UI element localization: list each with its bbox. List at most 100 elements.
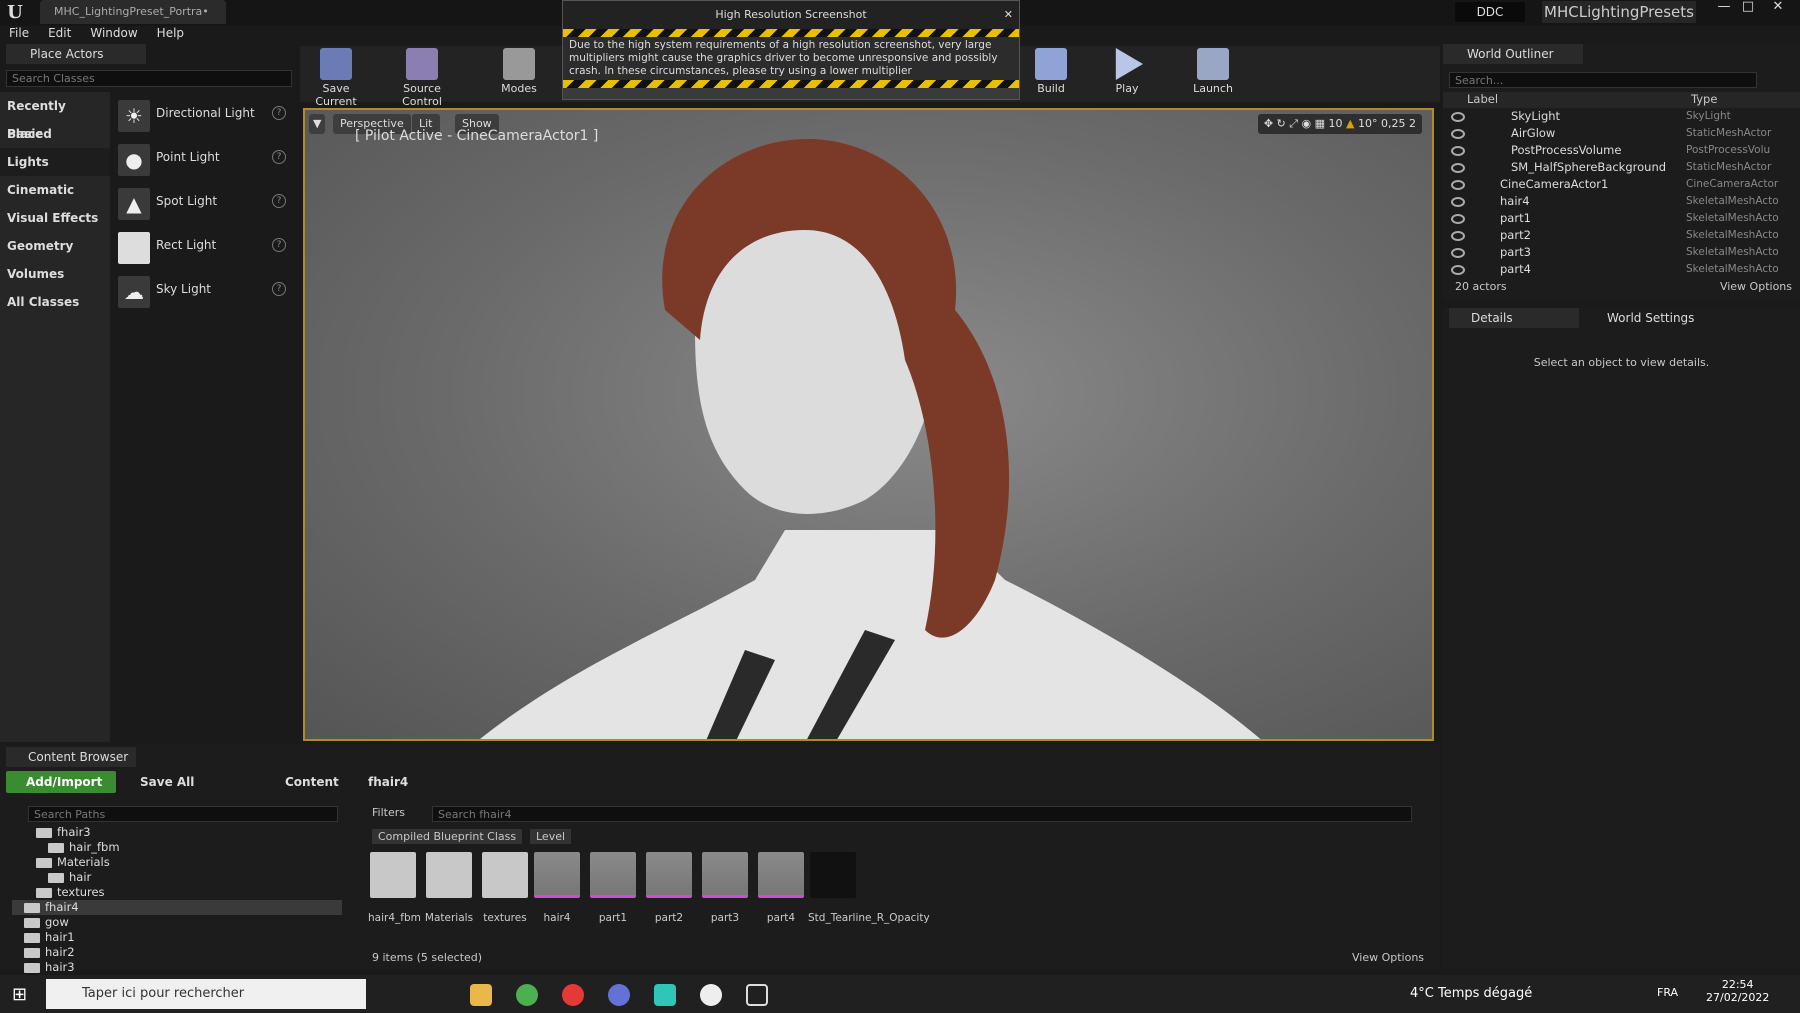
visibility-icon[interactable] bbox=[1451, 112, 1465, 122]
outliner-row[interactable]: part4 SkeletalMeshActo bbox=[1443, 261, 1800, 278]
scale-snap[interactable]: 0,25 bbox=[1381, 117, 1406, 130]
help-icon[interactable]: ? bbox=[272, 282, 286, 296]
category-recently-placed[interactable]: Recently Placed bbox=[0, 92, 110, 141]
asset-tile[interactable]: part1 bbox=[588, 852, 638, 924]
save-all-button[interactable]: Save All bbox=[140, 771, 194, 793]
outliner-row[interactable]: SM_HalfSphereBackground StaticMeshActor bbox=[1443, 159, 1800, 176]
visibility-icon[interactable] bbox=[1451, 129, 1465, 139]
unreal-icon[interactable] bbox=[700, 984, 722, 1006]
category-geometry[interactable]: Geometry bbox=[0, 232, 110, 260]
launch-button[interactable]: Launch bbox=[1188, 48, 1238, 100]
asset-tile[interactable]: Std_Tearline_R_Opacity bbox=[808, 852, 930, 924]
viewport-menu-button[interactable]: ▼ bbox=[309, 114, 326, 134]
chrome-icon[interactable] bbox=[516, 984, 538, 1006]
source-control-button[interactable]: Source Control bbox=[382, 48, 462, 108]
viewport-settings-bar[interactable]: ✥ ↻ ⤢ ◉ ▦ 10 ▲ 10° 0,25 2 bbox=[1257, 114, 1422, 134]
outliner-row[interactable]: PostProcessVolume PostProcessVolu bbox=[1443, 142, 1800, 159]
tab-place-actors[interactable]: Place Actors bbox=[6, 44, 146, 64]
modes-button[interactable]: Modes bbox=[494, 48, 544, 100]
tree-folder[interactable]: fhair4 bbox=[12, 900, 342, 915]
opera-icon[interactable] bbox=[562, 984, 584, 1006]
menu-window[interactable]: Window bbox=[90, 26, 137, 40]
help-icon[interactable]: ? bbox=[272, 194, 286, 208]
add-import-button[interactable]: Add/Import bbox=[6, 771, 116, 793]
weather-text[interactable]: 4°C Temps dégagé bbox=[1410, 986, 1532, 1001]
category-basic[interactable]: Basic bbox=[0, 120, 110, 148]
outliner-row[interactable]: SkyLight SkyLight bbox=[1443, 108, 1800, 125]
tab-world-outliner[interactable]: World Outliner bbox=[1443, 44, 1583, 64]
build-button[interactable]: Build bbox=[1028, 48, 1074, 100]
language-indicator[interactable]: FRA bbox=[1657, 986, 1678, 999]
visibility-icon[interactable] bbox=[1451, 163, 1465, 173]
tree-folder[interactable]: textures bbox=[12, 885, 342, 900]
outliner-row[interactable]: AirGlow StaticMeshActor bbox=[1443, 125, 1800, 142]
search-assets-input[interactable]: Search fhair4 bbox=[432, 806, 1412, 822]
asset-tile[interactable]: Materials bbox=[424, 852, 474, 924]
ddc-button[interactable]: DDC bbox=[1455, 2, 1525, 22]
minimize-icon[interactable]: — bbox=[1714, 0, 1734, 16]
visibility-icon[interactable] bbox=[1451, 231, 1465, 241]
windows-start-icon[interactable]: ⊞ bbox=[12, 984, 27, 1005]
tab-details[interactable]: Details bbox=[1449, 308, 1579, 328]
list-item[interactable]: ☀ Directional Light? bbox=[110, 92, 296, 136]
outliner-row[interactable]: part3 SkeletalMeshActo bbox=[1443, 244, 1800, 261]
file-explorer-icon[interactable] bbox=[470, 984, 492, 1006]
col-label[interactable]: Label bbox=[1467, 92, 1498, 106]
tree-folder[interactable]: hair_fbm bbox=[12, 840, 342, 855]
list-item[interactable]: Rect Light? bbox=[110, 224, 296, 268]
view-options-button[interactable]: View Options bbox=[1352, 951, 1424, 964]
filter-chip[interactable]: Compiled Blueprint Class bbox=[372, 829, 523, 844]
asset-tile[interactable]: part3 bbox=[700, 852, 750, 924]
visibility-icon[interactable] bbox=[1451, 265, 1465, 275]
visibility-icon[interactable] bbox=[1451, 248, 1465, 258]
list-item[interactable]: ☁ Sky Light? bbox=[110, 268, 296, 312]
asset-tile[interactable]: part2 bbox=[644, 852, 694, 924]
close-icon[interactable]: ✕ bbox=[1004, 1, 1013, 29]
discord-icon[interactable] bbox=[608, 984, 630, 1006]
visibility-icon[interactable] bbox=[1451, 180, 1465, 190]
search-paths-input[interactable]: Search Paths bbox=[28, 806, 338, 822]
tree-folder[interactable]: fhair3 bbox=[12, 825, 342, 840]
visibility-icon[interactable] bbox=[1451, 146, 1465, 156]
breadcrumb-content[interactable]: Content bbox=[285, 771, 339, 793]
visibility-icon[interactable] bbox=[1451, 214, 1465, 224]
search-classes-input[interactable]: Search Classes bbox=[6, 70, 292, 87]
grid-snap[interactable]: 10 bbox=[1329, 117, 1343, 130]
outliner-row[interactable]: part1 SkeletalMeshActo bbox=[1443, 210, 1800, 227]
asset-tile[interactable]: hair4_fbm bbox=[368, 852, 421, 924]
clock[interactable]: 22:54 27/02/2022 bbox=[1706, 978, 1769, 1004]
warning-icon[interactable]: ▲ bbox=[1346, 117, 1354, 130]
asset-tile[interactable]: textures bbox=[480, 852, 530, 924]
maya-icon[interactable] bbox=[654, 984, 676, 1006]
close-icon[interactable]: ✕ bbox=[1768, 0, 1788, 16]
menu-edit[interactable]: Edit bbox=[48, 26, 71, 40]
outliner-search-input[interactable]: Search... bbox=[1449, 72, 1757, 88]
view-options-button[interactable]: View Options bbox=[1720, 280, 1792, 293]
breadcrumb-fhair4[interactable]: fhair4 bbox=[368, 771, 408, 793]
asset-tile[interactable]: part4 bbox=[756, 852, 806, 924]
col-type[interactable]: Type bbox=[1691, 92, 1717, 106]
angle-snap[interactable]: 10° bbox=[1358, 117, 1378, 130]
help-icon[interactable]: ? bbox=[272, 150, 286, 164]
taskbar-search-input[interactable]: Taper ici pour rechercher bbox=[46, 979, 366, 1009]
maximize-icon[interactable]: □ bbox=[1738, 0, 1758, 16]
tree-folder[interactable]: hair1 bbox=[12, 930, 342, 945]
category-lights[interactable]: Lights bbox=[0, 148, 110, 176]
tree-folder[interactable]: hair3 bbox=[12, 960, 342, 975]
category-volumes[interactable]: Volumes bbox=[0, 260, 110, 288]
category-visual-effects[interactable]: Visual Effects bbox=[0, 204, 110, 232]
tree-folder[interactable]: gow bbox=[12, 915, 342, 930]
tab-world-settings[interactable]: World Settings bbox=[1585, 308, 1715, 328]
help-icon[interactable]: ? bbox=[272, 238, 286, 252]
help-icon[interactable]: ? bbox=[272, 106, 286, 120]
category-cinematic[interactable]: Cinematic bbox=[0, 176, 110, 204]
camera-speed[interactable]: 2 bbox=[1409, 117, 1416, 130]
visibility-icon[interactable] bbox=[1451, 197, 1465, 207]
tree-folder[interactable]: hair bbox=[12, 870, 342, 885]
outliner-row[interactable]: hair4 SkeletalMeshActo bbox=[1443, 193, 1800, 210]
tree-folder[interactable]: hair2 bbox=[12, 945, 342, 960]
cube-app-icon[interactable] bbox=[746, 984, 768, 1006]
list-item[interactable]: ▲ Spot Light? bbox=[110, 180, 296, 224]
save-current-button[interactable]: Save Current bbox=[306, 48, 366, 108]
menu-help[interactable]: Help bbox=[157, 26, 184, 40]
